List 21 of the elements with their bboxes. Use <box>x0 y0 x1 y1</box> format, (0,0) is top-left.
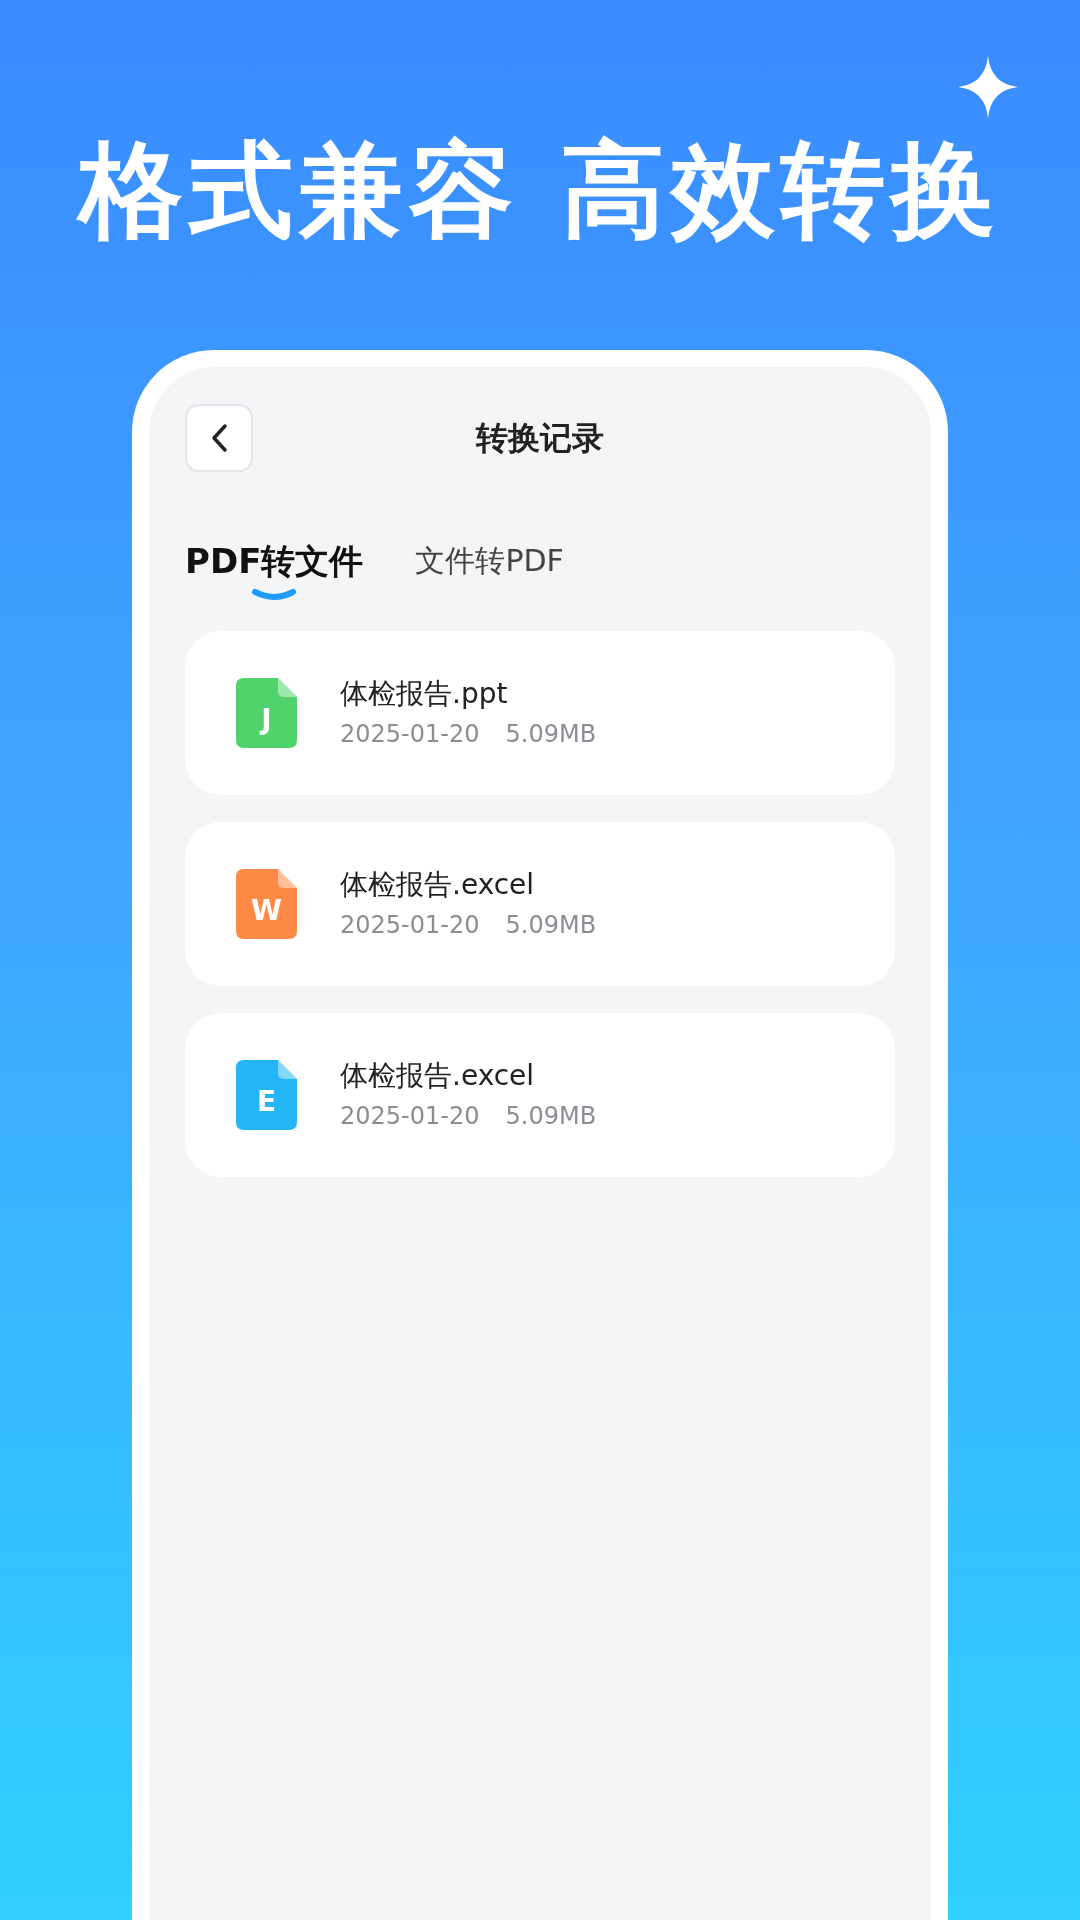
file-name: 体检报告.excel <box>340 871 536 899</box>
sparkle-icon <box>958 56 1018 118</box>
file-icon: J <box>236 678 297 748</box>
file-icon: W <box>236 869 297 939</box>
file-card[interactable]: J 体检报告.ppt 2025-01-20 5.09MB <box>185 631 895 795</box>
back-button[interactable] <box>185 404 253 472</box>
file-date: 2025-01-20 <box>340 1104 480 1128</box>
file-date: 2025-01-20 <box>340 913 480 937</box>
file-card[interactable]: W 体检报告.excel 2025-01-20 5.09MB <box>185 822 895 986</box>
file-date: 2025-01-20 <box>340 722 480 746</box>
file-size: 5.09MB <box>505 1104 597 1128</box>
file-icon: E <box>236 1060 297 1130</box>
file-size: 5.09MB <box>505 913 597 937</box>
file-size: 5.09MB <box>505 722 597 746</box>
file-name: 体检报告.excel <box>340 1062 536 1090</box>
screen-title: 转换记录 <box>476 418 604 459</box>
tab-indicator <box>251 588 298 602</box>
tab[interactable]: PDF转文件 <box>185 536 364 587</box>
file-name: 体检报告.ppt <box>340 680 509 708</box>
file-card[interactable]: E 体检报告.excel 2025-01-20 5.09MB <box>185 1013 895 1177</box>
tab[interactable]: 文件转PDF <box>415 536 564 583</box>
